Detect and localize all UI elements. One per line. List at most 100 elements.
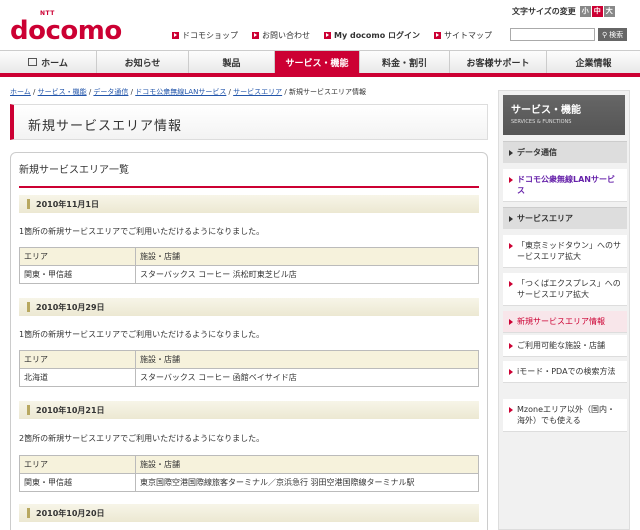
- date-header: 2010年10月29日: [19, 298, 479, 316]
- table-header-area: エリア: [19, 247, 136, 266]
- table-header-row: エリア 施設・店舗: [19, 455, 479, 474]
- search-button-label: 検索: [609, 30, 624, 39]
- font-size-control: 文字サイズの変更 小 中 大: [512, 6, 615, 17]
- content-box: 新規サービスエリア一覧 2010年11月1日 1箇所の新規サービスエリアでご利用…: [10, 152, 488, 530]
- table-row: 関東・甲信越 東京国際空港国際線旅客ターミナル／京浜急行 羽田空港国際線ターミナ…: [19, 473, 479, 492]
- search-input[interactable]: [510, 28, 595, 41]
- nav-support[interactable]: お客様サポート: [450, 51, 547, 73]
- contact-link[interactable]: お問い合わせ: [252, 30, 310, 41]
- table-header-facility: 施設・店舗: [135, 350, 479, 369]
- facility-cell: スターバックス コーヒー 浜松町東芝ビル店: [135, 265, 479, 284]
- brand-logo-text: docomo: [10, 16, 122, 46]
- entry-message: 2箇所の新規サービスエリアでご利用いただけるようになりました。: [19, 434, 265, 443]
- date-marker: [27, 405, 30, 415]
- font-size-small-button[interactable]: 小: [579, 6, 591, 17]
- category-label: サービスエリア: [517, 214, 573, 223]
- table-header-area: エリア: [19, 455, 136, 474]
- area-table: エリア 施設・店舗 関東・甲信越 東京国際空港国際線旅客ターミナル／京浜急行 羽…: [19, 455, 479, 492]
- date-marker: [27, 508, 30, 518]
- facility-cell: スターバックス コーヒー 函館ベイサイド店: [135, 368, 479, 387]
- breadcrumb-data[interactable]: データ通信: [93, 88, 128, 96]
- arrow-icon: [252, 32, 259, 39]
- sidebar-title: サービス・機能: [511, 105, 581, 116]
- triangle-icon: [509, 149, 513, 156]
- nav-label: 企業情報: [575, 58, 612, 69]
- table-header-area: エリア: [19, 350, 136, 369]
- area-table: エリア 施設・店舗 北海道 スターバックス コーヒー 函館ベイサイド店: [19, 350, 479, 387]
- link-label: お問い合わせ: [262, 31, 310, 40]
- font-size-label: 文字サイズの変更: [512, 7, 576, 16]
- date-marker: [27, 199, 30, 209]
- nav-label: 料金・割引: [381, 58, 427, 69]
- facility-cell: 東京国際空港国際線旅客ターミナル／京浜急行 羽田空港国際線ターミナル駅: [135, 473, 479, 492]
- global-nav: ホーム お知らせ 製品 サービス・機能 料金・割引 お客様サポート 企業情報: [0, 50, 640, 77]
- breadcrumb: ホーム / サービス・機能 / データ通信 / ドコモ公衆無線LANサービス /…: [10, 88, 366, 96]
- date-header: 2010年10月20日: [19, 504, 479, 522]
- nav-home[interactable]: ホーム: [0, 51, 97, 73]
- arrow-icon: [324, 32, 331, 39]
- date-label: 2010年11月1日: [36, 199, 99, 209]
- breadcrumb-home[interactable]: ホーム: [10, 88, 31, 96]
- sidebar-header[interactable]: サービス・機能 SERVICES & FUNCTIONS: [503, 95, 625, 135]
- arrow-icon: [434, 32, 442, 39]
- table-header-row: エリア 施設・店舗: [19, 350, 479, 369]
- sidebar-item-new-area[interactable]: 新規サービスエリア情報: [503, 311, 627, 334]
- area-cell: 関東・甲信越: [19, 473, 136, 492]
- date-marker: [27, 302, 30, 312]
- page-title-box: 新規サービスエリア情報: [10, 104, 488, 140]
- font-size-medium-button[interactable]: 中: [591, 6, 603, 17]
- font-size-large-button[interactable]: 大: [603, 6, 615, 17]
- category-label: データ通信: [517, 148, 557, 157]
- sidebar-item-facilities[interactable]: ご利用可能な施設・店舗: [503, 335, 627, 358]
- breadcrumb-services[interactable]: サービス・機能: [38, 88, 87, 96]
- section-title: 新規サービスエリア一覧: [19, 161, 479, 188]
- table-header-facility: 施設・店舗: [135, 247, 479, 266]
- sidebar-item-tsukuba[interactable]: 「つくばエクスプレス」へのサービスエリア拡大: [503, 273, 627, 307]
- nav-products[interactable]: 製品: [189, 51, 275, 73]
- sidebar-item-wlan[interactable]: ドコモ公衆無線LANサービス: [503, 169, 627, 203]
- table-header-facility: 施設・店舗: [135, 455, 479, 474]
- sidebar-item-imode-search[interactable]: iモード・PDAでの検索方法: [503, 361, 627, 384]
- nav-label: お客様サポート: [466, 58, 530, 69]
- nav-corporate[interactable]: 企業情報: [547, 51, 640, 73]
- sidebar-item-midtown[interactable]: 「東京ミッドタウン」へのサービスエリア拡大: [503, 235, 627, 269]
- date-header: 2010年11月1日: [19, 195, 479, 213]
- docomo-logo[interactable]: NTT docomo: [10, 10, 122, 46]
- link-label: サイトマップ: [444, 31, 493, 40]
- arrow-icon: [172, 32, 179, 39]
- link-label: ドコモショップ: [182, 31, 238, 40]
- area-table: エリア 施設・店舗 関東・甲信越 スターバックス コーヒー 浜松町東芝ビル店: [19, 247, 479, 284]
- breadcrumb-current: 新規サービスエリア情報: [288, 88, 366, 96]
- date-label: 2010年10月20日: [36, 508, 105, 518]
- date-label: 2010年10月29日: [36, 302, 105, 312]
- link-label: My docomo ログイン: [334, 31, 421, 40]
- search-button[interactable]: ⚲ 検索: [598, 28, 628, 41]
- area-cell: 北海道: [19, 368, 136, 387]
- home-icon: [28, 58, 38, 66]
- sitemap-link[interactable]: サイトマップ: [434, 30, 492, 41]
- entry-message: 1箇所の新規サービスエリアでご利用いただけるようになりました。: [19, 227, 265, 236]
- search-icon: ⚲: [602, 30, 608, 39]
- sidebar-subtitle: SERVICES & FUNCTIONS: [511, 119, 572, 125]
- sidebar-category-data[interactable]: データ通信: [503, 141, 627, 163]
- sidebar-category-area[interactable]: サービスエリア: [503, 207, 627, 229]
- nav-services[interactable]: サービス・機能: [275, 51, 360, 73]
- header-links: ドコモショップ お問い合わせ My docomo ログイン サイトマップ: [172, 30, 492, 41]
- breadcrumb-wlan[interactable]: ドコモ公衆無線LANサービス: [135, 88, 226, 96]
- docomo-shop-link[interactable]: ドコモショップ: [172, 30, 238, 41]
- nav-label: 製品: [222, 58, 241, 69]
- nav-label: サービス・機能: [285, 58, 349, 69]
- triangle-icon: [509, 215, 513, 222]
- page-title: 新規サービスエリア情報: [28, 119, 183, 134]
- table-header-row: エリア 施設・店舗: [19, 247, 479, 266]
- table-row: 北海道 スターバックス コーヒー 函館ベイサイド店: [19, 368, 479, 387]
- nav-pricing[interactable]: 料金・割引: [360, 51, 450, 73]
- search-form: ⚲ 検索: [510, 28, 628, 41]
- entry-message: 1箇所の新規サービスエリアでご利用いただけるようになりました。: [19, 330, 265, 339]
- sidebar-item-mzone[interactable]: Mzoneエリア以外（国内・海外）でも使える: [503, 399, 627, 433]
- table-row: 関東・甲信越 スターバックス コーヒー 浜松町東芝ビル店: [19, 265, 479, 284]
- nav-news[interactable]: お知らせ: [97, 51, 189, 73]
- my-docomo-login-link[interactable]: My docomo ログイン: [324, 30, 420, 41]
- breadcrumb-area[interactable]: サービスエリア: [233, 88, 282, 96]
- nav-label: ホーム: [41, 58, 68, 69]
